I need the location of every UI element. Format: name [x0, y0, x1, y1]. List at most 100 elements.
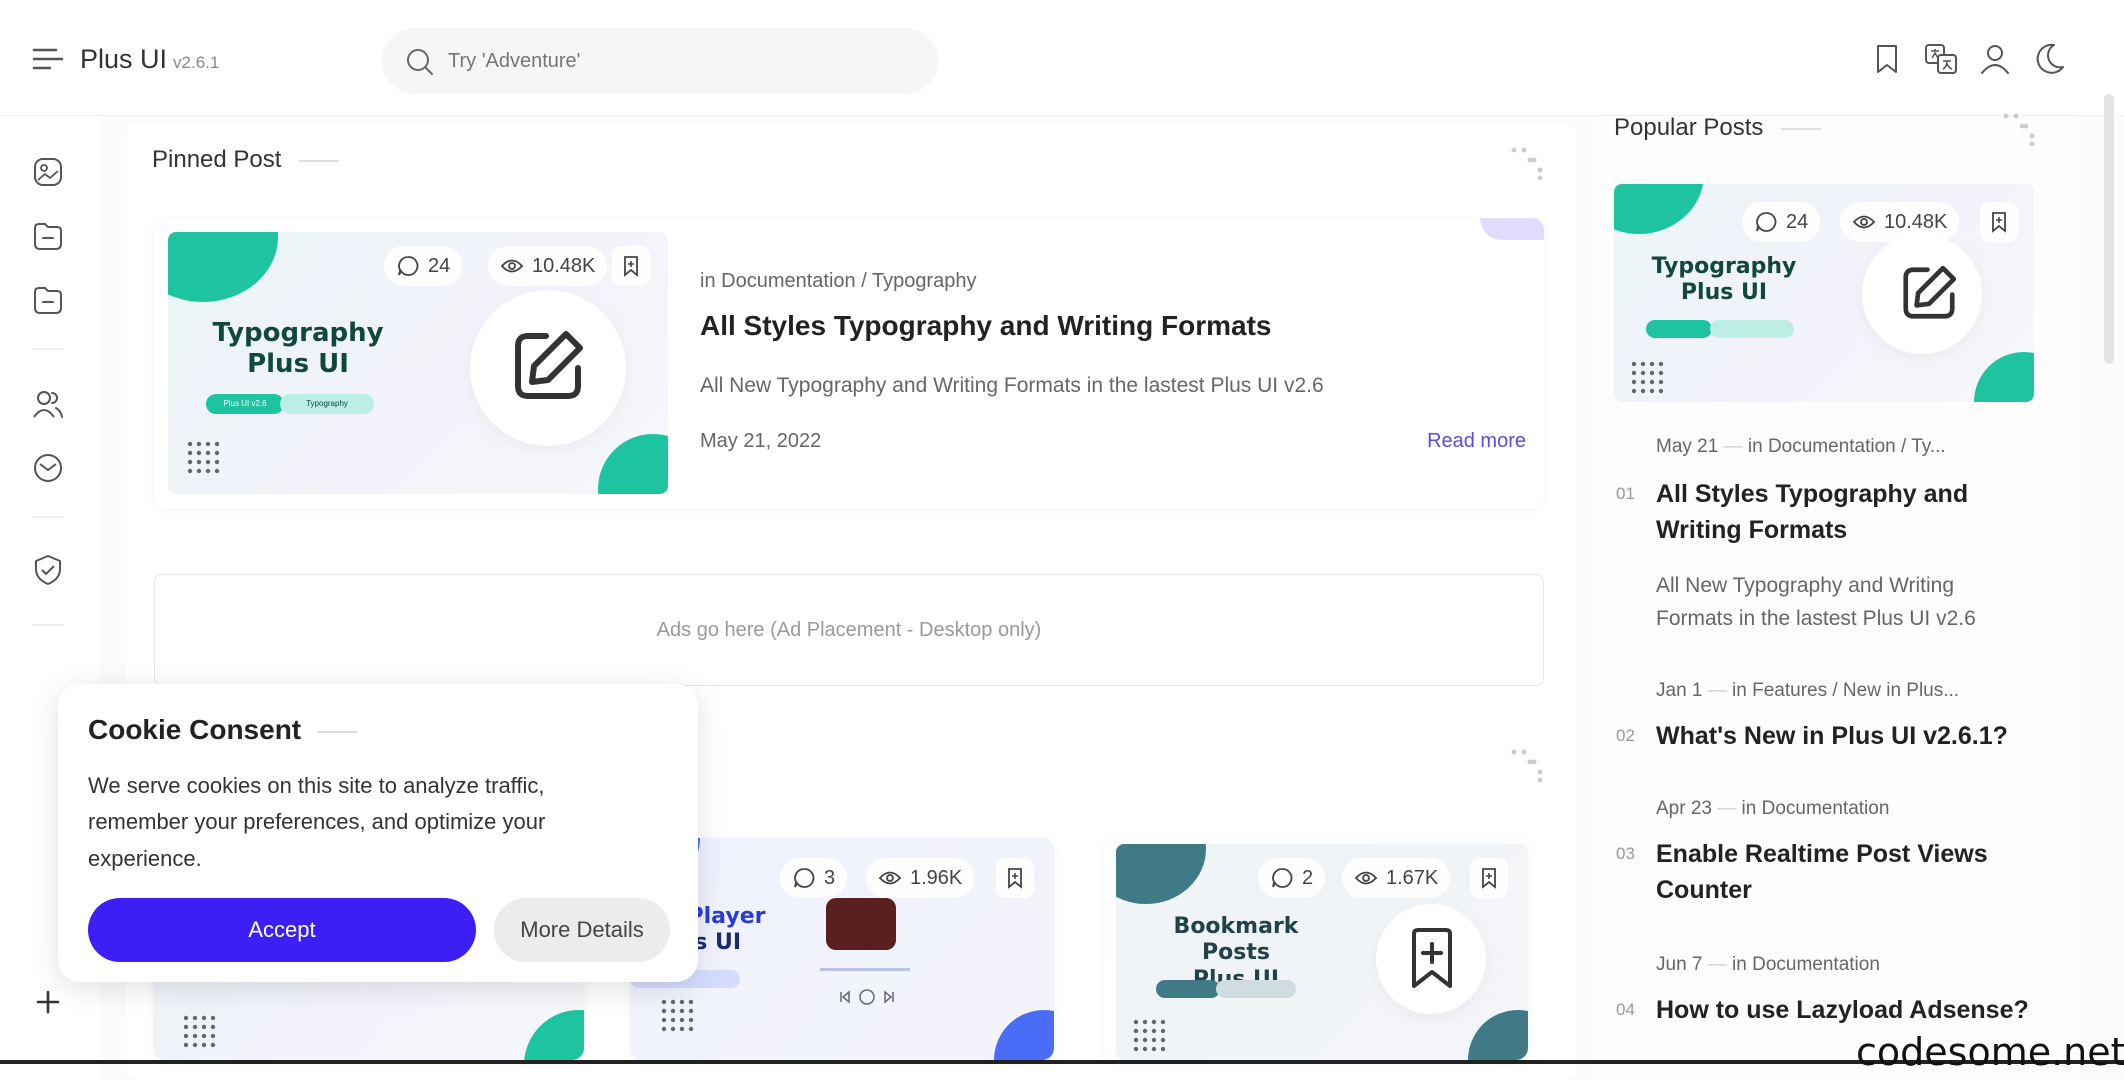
thumbnail-blob — [598, 434, 668, 494]
thumbnail-pill — [1710, 320, 1794, 338]
eye-icon — [878, 871, 902, 885]
popular-item-title[interactable]: What's New in Plus UI v2.6.1? — [1656, 718, 2008, 754]
popular-item-excerpt: All New Typography and Writing Formats in… — [1656, 574, 1976, 630]
popular-item-number: 04 — [1616, 1000, 1635, 1019]
eye-icon — [500, 259, 524, 273]
comment-icon — [398, 256, 419, 276]
bookmark-plus-icon — [1008, 868, 1022, 889]
bottom-divider — [0, 1060, 2124, 1064]
read-more-link[interactable]: Read more — [1427, 430, 1526, 453]
sidebar-divider — [32, 516, 64, 518]
cookie-consent-title: Cookie Consent — [88, 714, 357, 746]
thumbnail-pill — [1646, 320, 1712, 338]
post-excerpt: All New Typography and Writing Formats i… — [700, 374, 1324, 397]
drag-dots-icon — [2003, 113, 2035, 146]
folder-icon[interactable] — [30, 218, 66, 254]
folder-icon[interactable] — [30, 282, 66, 318]
cookie-consent-text: We serve cookies on this site to analyze… — [88, 773, 546, 871]
thumbnail-blob — [1116, 844, 1206, 904]
sidebar-divider — [32, 348, 64, 350]
bookmark-icon[interactable] — [1868, 40, 1906, 78]
popular-post-thumbnail[interactable]: Typography Plus UI 24 10.48K — [1614, 184, 2034, 402]
users-icon[interactable] — [30, 386, 66, 422]
save-bookmark-button[interactable] — [996, 858, 1034, 898]
eye-icon — [1354, 871, 1378, 885]
card-corner-accent — [1480, 218, 1544, 240]
album-art — [826, 898, 896, 950]
grid-dots-icon — [183, 1015, 216, 1048]
image-gallery-icon[interactable] — [30, 154, 66, 190]
playback-controls-icon — [840, 989, 894, 1005]
post-date: May 21, 2022 — [700, 430, 822, 452]
comment-icon — [1272, 868, 1293, 888]
ad-placement: Ads go here (Ad Placement - Desktop only… — [154, 574, 1544, 686]
bookmark-plus-icon — [624, 256, 638, 277]
brand-logo[interactable]: Plus UI v2.6.1 — [80, 44, 219, 75]
comment-icon — [1756, 212, 1777, 232]
drag-dots-icon — [1511, 147, 1543, 180]
search-box[interactable] — [382, 28, 938, 94]
thumbnail-blob — [1974, 352, 2034, 402]
thumbnail-pill: Typography — [280, 394, 374, 414]
thumbnail-blob — [994, 1010, 1054, 1060]
thumbnail-title: Typography Plus UI — [212, 318, 384, 380]
search-input[interactable] — [448, 28, 918, 94]
progress-track — [820, 968, 910, 971]
thumbnail-pill — [1156, 980, 1220, 998]
post-title[interactable]: All Styles Typography and Writing Format… — [700, 310, 1271, 342]
comment-count: 2 — [1258, 858, 1326, 898]
brand-version: v2.6.1 — [173, 53, 220, 72]
thumbnail-blob — [168, 232, 278, 302]
comment-count: 24 — [1742, 202, 1821, 242]
bookmark-plus-icon — [1412, 928, 1452, 988]
popular-item-meta: May 21 — in Documentation / Ty... — [1656, 436, 1946, 457]
eye-icon — [1852, 215, 1876, 229]
translate-icon[interactable] — [1922, 40, 1960, 78]
popular-item-number: 03 — [1616, 844, 1635, 863]
sidebar-divider — [32, 624, 64, 626]
popular-item-title[interactable]: Enable Realtime Post Views Counter — [1656, 836, 1988, 909]
popular-item-meta: Jan 1 — in Features / New in Plus... — [1656, 680, 1960, 701]
shield-check-icon[interactable] — [30, 552, 66, 588]
save-bookmark-button[interactable] — [1470, 858, 1508, 898]
comment-count: 24 — [384, 246, 463, 286]
view-count: 1.67K — [1342, 858, 1451, 898]
post-thumbnail[interactable]: Typography Plus UI Plus UI v2.6 Typograph… — [168, 232, 668, 494]
comment-icon — [794, 868, 815, 888]
popular-item-meta: Jun 7 — in Documentation — [1656, 954, 1880, 975]
pinned-post-heading: Pinned Post — [152, 146, 339, 174]
post-card-bookmark-posts[interactable]: Bookmark PostsPlus UI 2 1.67K — [1104, 838, 1528, 1060]
popular-item-title[interactable]: All Styles Typography and Writing Formats — [1656, 476, 1968, 549]
popular-item-meta: Apr 23 — in Documentation — [1656, 798, 1890, 819]
grid-dots-icon — [1133, 1019, 1166, 1052]
grid-dots-icon — [1631, 361, 1664, 394]
pinned-post-card[interactable]: Typography Plus UI Plus UI v2.6 Typograph… — [154, 218, 1544, 508]
message-icon[interactable] — [30, 450, 66, 486]
post-category[interactable]: in Documentation / Typography — [700, 270, 976, 293]
view-count: 10.48K — [1840, 202, 1960, 242]
accept-cookies-button[interactable]: Accept — [88, 898, 476, 962]
plus-icon[interactable] — [30, 984, 66, 1020]
user-icon[interactable] — [1976, 40, 2014, 78]
thumbnail-blob — [524, 1010, 584, 1060]
page-scrollbar[interactable] — [2104, 94, 2114, 364]
bookmark-plus-icon — [1992, 212, 2006, 233]
edit-pen-icon — [515, 331, 583, 399]
comment-count: 3 — [780, 858, 848, 898]
view-count: 1.96K — [866, 858, 975, 898]
popular-item-number: 01 — [1616, 484, 1635, 503]
cookie-consent-dialog: Cookie Consent We serve cookies on this … — [58, 684, 698, 982]
save-bookmark-button[interactable] — [1980, 202, 2018, 242]
thumbnail-pill — [1216, 980, 1296, 998]
more-details-button[interactable]: More Details — [494, 898, 670, 962]
grid-dots-icon — [187, 441, 220, 474]
menu-icon[interactable] — [30, 44, 66, 74]
popular-item-number: 02 — [1616, 726, 1635, 745]
dark-mode-moon-icon[interactable] — [2030, 40, 2068, 78]
save-bookmark-button[interactable] — [612, 246, 650, 286]
thumbnail-blob — [1614, 184, 1704, 234]
popular-item-title[interactable]: How to use Lazyload Adsense? — [1656, 992, 2029, 1028]
brand-name: Plus UI — [80, 44, 168, 74]
thumbnail-title: Typography Plus UI — [1651, 254, 1797, 306]
grid-dots-icon — [661, 999, 694, 1032]
